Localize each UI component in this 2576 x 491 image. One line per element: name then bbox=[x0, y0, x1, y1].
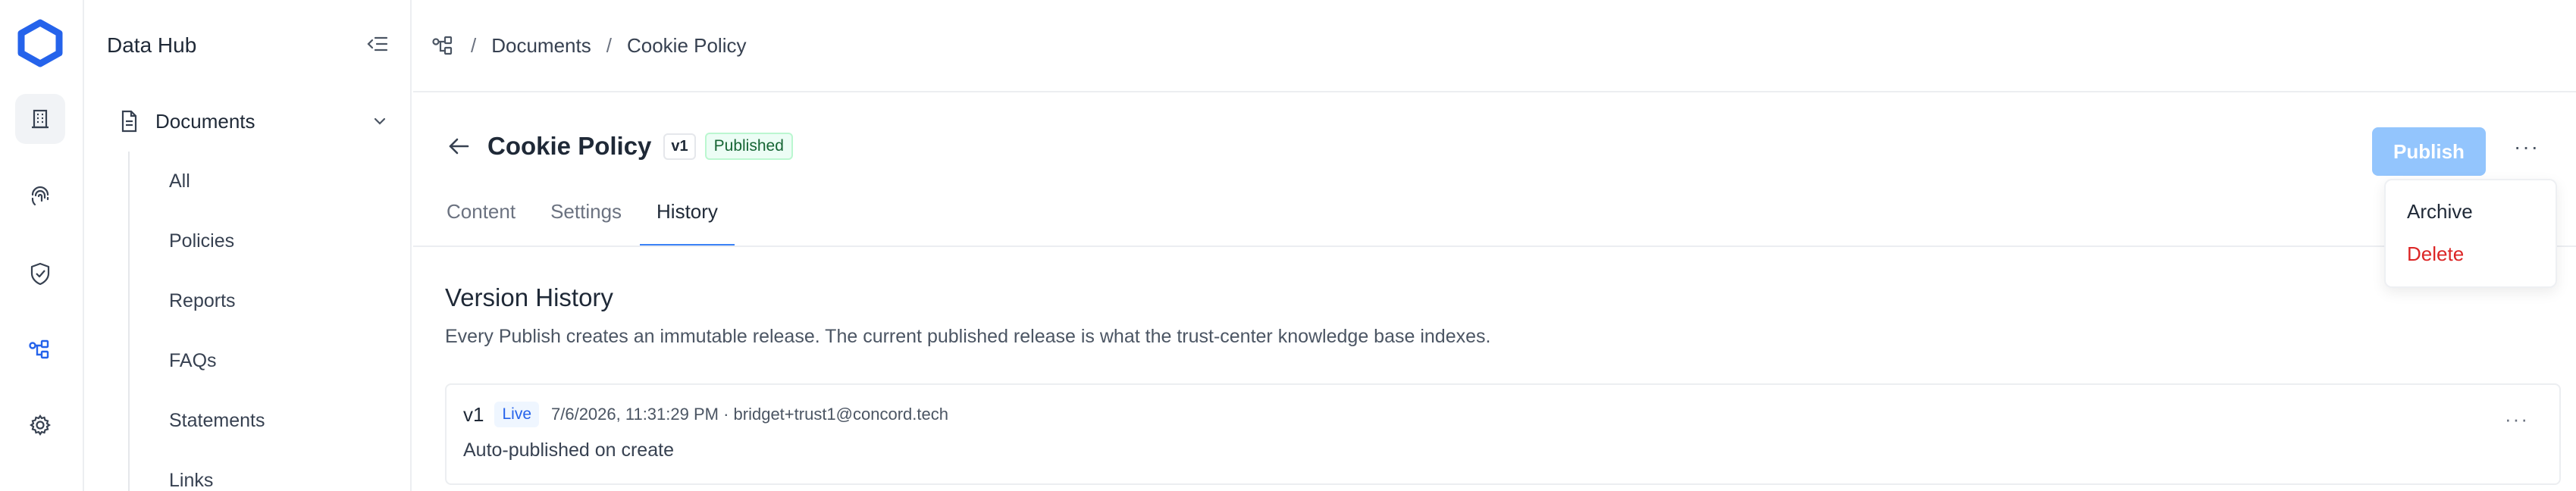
release-note: Auto-published on create bbox=[463, 439, 674, 461]
sidebar-section-label: Documents bbox=[155, 109, 255, 133]
release-meta: 7/6/2026, 11:31:29 PM · bridget+trust1@c… bbox=[551, 405, 948, 424]
app-name: Data Hub bbox=[107, 33, 197, 57]
workflow-icon[interactable] bbox=[15, 324, 65, 374]
sidebar-item-statements[interactable]: Statements bbox=[169, 410, 265, 432]
sidebar-item-all[interactable]: All bbox=[169, 170, 190, 192]
release-version: v1 bbox=[463, 402, 484, 426]
menu-item-archive[interactable]: Archive bbox=[2407, 200, 2473, 224]
tab-content[interactable]: Content bbox=[445, 191, 517, 246]
app-logo-icon[interactable] bbox=[14, 18, 67, 68]
collapse-sidebar-icon[interactable] bbox=[366, 34, 389, 58]
sidebar: Data Hub Documents All Policies Reports … bbox=[86, 0, 412, 491]
more-actions-button[interactable]: ··· bbox=[2514, 135, 2540, 159]
live-badge: Live bbox=[494, 402, 539, 427]
sidebar-item-faqs[interactable]: FAQs bbox=[169, 350, 217, 372]
release-card: v1 Live 7/6/2026, 11:31:29 PM · bridget+… bbox=[445, 383, 2561, 485]
section-description: Every Publish creates an immutable relea… bbox=[445, 326, 1491, 347]
sidebar-section-documents[interactable]: Documents bbox=[116, 103, 389, 139]
sidebar-item-reports[interactable]: Reports bbox=[169, 290, 236, 312]
gear-icon[interactable] bbox=[15, 400, 65, 450]
shield-check-icon[interactable] bbox=[15, 249, 65, 299]
breadcrumb-separator: / bbox=[606, 33, 612, 57]
tab-settings[interactable]: Settings bbox=[549, 191, 623, 246]
breadcrumb: / Documents / Cookie Policy bbox=[431, 34, 746, 58]
release-header: v1 Live 7/6/2026, 11:31:29 PM · bridget+… bbox=[463, 402, 948, 427]
tab-bar: Content Settings History bbox=[445, 191, 2576, 246]
sidebar-item-policies[interactable]: Policies bbox=[169, 230, 234, 252]
actions-dropdown-menu: Archive Delete bbox=[2384, 179, 2557, 288]
document-icon bbox=[121, 110, 137, 133]
publish-button[interactable]: Publish bbox=[2372, 127, 2486, 176]
release-more-button[interactable]: ··· bbox=[2505, 408, 2529, 431]
sidebar-item-links[interactable]: Links bbox=[169, 470, 213, 491]
breadcrumb-separator: / bbox=[471, 33, 477, 57]
workflow-icon[interactable] bbox=[431, 34, 456, 57]
document-header: Cookie Policy v1 Published bbox=[445, 132, 793, 161]
back-arrow-icon[interactable] bbox=[445, 133, 472, 160]
icon-rail bbox=[0, 0, 84, 491]
menu-item-delete[interactable]: Delete bbox=[2407, 242, 2464, 266]
breadcrumb-current: Cookie Policy bbox=[626, 33, 747, 57]
breadcrumb-documents[interactable]: Documents bbox=[491, 34, 591, 58]
chevron-down-icon[interactable] bbox=[371, 112, 389, 130]
sidebar-header: Data Hub bbox=[107, 27, 389, 64]
page-title: Cookie Policy bbox=[487, 132, 652, 160]
building-icon[interactable] bbox=[15, 94, 65, 144]
tab-history[interactable]: History bbox=[640, 191, 735, 246]
main-content: Cookie Policy v1 Published Publish ··· C… bbox=[413, 94, 2576, 491]
status-badge: Published bbox=[704, 133, 793, 160]
version-badge: v1 bbox=[663, 133, 696, 160]
section-title: Version History bbox=[445, 283, 613, 311]
tree-guide-line bbox=[128, 152, 130, 491]
fingerprint-icon[interactable] bbox=[15, 171, 65, 221]
top-bar: / Documents / Cookie Policy bbox=[413, 0, 2576, 92]
tab-divider bbox=[413, 246, 2576, 247]
